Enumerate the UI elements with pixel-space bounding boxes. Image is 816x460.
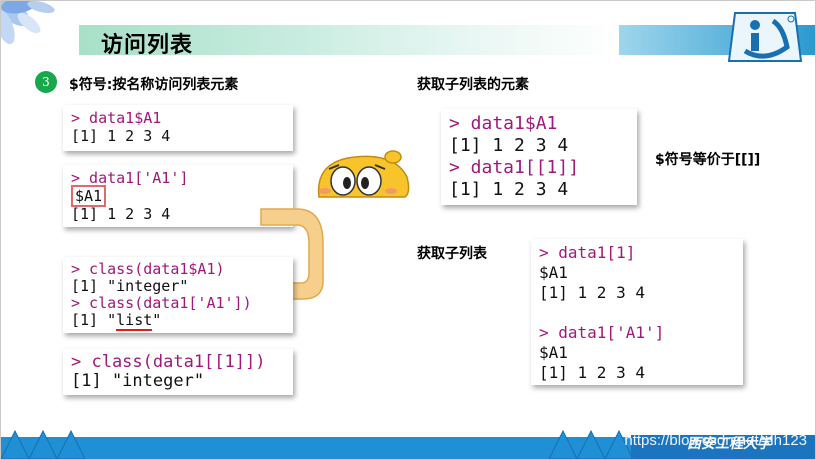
code-line: > data1['A1'] — [539, 323, 665, 342]
code-block-element: > data1$A1 [1] 1 2 3 4 > data1[[1]] [1] … — [441, 109, 637, 205]
code-block-sublist: > data1[1] $A1 [1] 1 2 3 4 > data1['A1']… — [531, 239, 743, 385]
code-line: > class(data1['A1']) — [71, 294, 252, 312]
code-line: [1] 1 2 3 4 — [71, 127, 171, 145]
slide: 访问列表 3 $符号:按名称访问列表元素 获取子列表的元素 $符号等价于[[]]… — [0, 0, 816, 460]
underlined-type: list — [116, 311, 153, 331]
university-logo-icon — [727, 12, 803, 62]
code-line: > data1[1] — [539, 243, 636, 262]
code-line: > class(data1[[1]]) — [71, 352, 266, 372]
heading-dollar-access: $符号:按名称访问列表元素 — [69, 77, 239, 93]
code-line: $A1 — [539, 263, 568, 282]
code-line: [1] 1 2 3 4 — [539, 363, 645, 382]
code-line: [1] 1 2 3 4 — [539, 283, 645, 302]
emoji-face-icon — [317, 150, 410, 198]
code-line: [1] 1 2 3 4 — [71, 205, 171, 223]
code-block-class: > class(data1$A1) [1] "integer" > class(… — [63, 257, 293, 333]
code-line: > data1[[1]] — [449, 157, 580, 178]
corner-flower-icon — [1, 1, 55, 45]
watermark-url: https://blog.csdn.net/xlh123 — [624, 432, 807, 449]
code-line: > data1$A1 — [71, 109, 162, 127]
code-line: [1] 1 2 3 4 — [449, 179, 569, 200]
heading-get-element: 获取子列表的元素 — [417, 77, 529, 93]
code-block-dollar: > data1$A1 [1] 1 2 3 4 — [63, 105, 293, 151]
code-block-class-double: > class(data1[[1]]) [1] "integer" — [63, 349, 293, 395]
heading-get-sublist: 获取子列表 — [417, 246, 487, 262]
code-line: $A1 — [539, 343, 568, 362]
code-line: > data1$A1 — [449, 113, 558, 134]
code-line: [1] 1 2 3 4 — [449, 135, 569, 156]
code-line: > class(data1$A1) — [71, 260, 225, 278]
code-line: [1] "integer" — [71, 371, 205, 391]
code-line: [1] "integer" — [71, 277, 189, 295]
bullet-number: 3 — [35, 71, 57, 93]
highlighted-name: $A1 — [71, 185, 107, 207]
heading-equivalent: $符号等价于[[]] — [655, 152, 761, 168]
page-title: 访问列表 — [101, 33, 194, 58]
